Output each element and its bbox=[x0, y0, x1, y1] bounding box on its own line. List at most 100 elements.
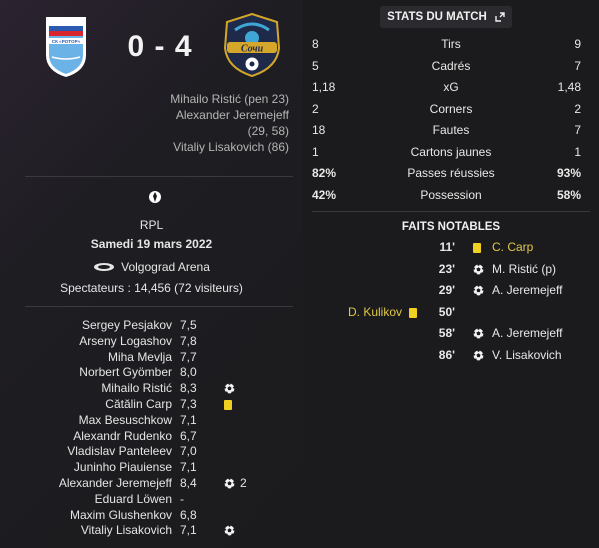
player-row[interactable]: Vitaliy Lisakovich 7,1 bbox=[0, 523, 303, 539]
goal-ball-icon bbox=[224, 525, 235, 536]
player-rating: 8,0 bbox=[180, 365, 197, 380]
player-row[interactable]: Mihailo Ristić 8,3 bbox=[0, 381, 303, 397]
player-name[interactable]: Arseny Logashov bbox=[79, 334, 172, 348]
player-rating: 6,7 bbox=[180, 428, 197, 443]
match-date: Samedi 19 mars 2022 bbox=[90, 237, 213, 251]
event-row[interactable]: 86' V. Lisakovich bbox=[303, 348, 599, 370]
event-player[interactable]: M. Ristić (p) bbox=[492, 262, 556, 276]
player-goal-count: 2 bbox=[240, 475, 247, 490]
goal-ball-icon bbox=[473, 263, 484, 275]
player-row[interactable]: Cătălin Carp 7,3 bbox=[0, 397, 303, 413]
player-name[interactable]: Vladislav Panteleev bbox=[67, 444, 172, 458]
event-row[interactable]: 23' M. Ristić (p) bbox=[303, 262, 599, 284]
goal-ball-icon bbox=[224, 383, 235, 394]
match-report: СК «РОТОР» 0 - 4 Сочи Mihailo Ristić (pe… bbox=[0, 0, 599, 548]
player-row[interactable]: Juninho Piauiense 7,1 bbox=[0, 460, 303, 476]
event-minute: 23' bbox=[438, 261, 455, 276]
player-name[interactable]: Alexander Jeremejeff bbox=[59, 476, 172, 490]
key-events-list: 11' C. Carp 23' M. Ristić (p) 29' A. Jeremeje… bbox=[303, 240, 599, 369]
stat-row: Corners 2 2 bbox=[303, 102, 599, 124]
player-row[interactable]: Max Besuschkow 7,1 bbox=[0, 413, 303, 429]
stat-home-value: 5 bbox=[312, 58, 319, 73]
event-row[interactable]: 29' A. Jeremejeff bbox=[303, 283, 599, 305]
stat-away-value: 1,48 bbox=[557, 80, 581, 94]
stat-away-value: 9 bbox=[574, 37, 581, 51]
stat-row: Cartons jaunes 1 1 bbox=[303, 145, 599, 167]
player-row[interactable]: Miha Mevlja 7,7 bbox=[0, 350, 303, 366]
player-row[interactable]: Arseny Logashov 7,8 bbox=[0, 334, 303, 350]
player-name[interactable]: Maxim Glushenkov bbox=[70, 508, 172, 522]
player-name[interactable]: Alexandr Rudenko bbox=[73, 429, 172, 443]
stat-home-value: 42% bbox=[312, 187, 337, 202]
player-rating: 7,8 bbox=[180, 333, 197, 348]
player-row[interactable]: Eduard Löwen - bbox=[0, 492, 303, 508]
event-player[interactable]: C. Carp bbox=[492, 240, 533, 254]
attendance: Spectateurs : 14,456 (72 visiteurs) bbox=[60, 281, 243, 295]
player-rating: 7,3 bbox=[180, 396, 197, 411]
event-row[interactable]: 58' A. Jeremejeff bbox=[303, 326, 599, 348]
player-row[interactable]: Maxim Glushenkov 6,8 bbox=[0, 508, 303, 524]
stat-home-value: 1 bbox=[312, 144, 319, 159]
event-player[interactable]: A. Jeremejeff bbox=[492, 326, 562, 340]
scorer-line: Vitaliy Lisakovich (86) bbox=[173, 140, 289, 154]
event-minute: 58' bbox=[438, 326, 455, 340]
stat-row: Passes réussies 82% 93% bbox=[303, 166, 599, 188]
player-row[interactable]: Sergey Pesjakov 7,5 bbox=[0, 318, 303, 334]
event-player[interactable]: A. Jeremejeff bbox=[492, 283, 562, 297]
yellow-card-icon bbox=[224, 399, 232, 410]
player-name[interactable]: Sergey Pesjakov bbox=[82, 318, 172, 332]
player-name[interactable]: Norbert Gyömber bbox=[79, 365, 172, 379]
player-row[interactable]: Alexandr Rudenko 6,7 bbox=[0, 429, 303, 445]
stat-away-value: 1 bbox=[574, 144, 581, 159]
event-icon bbox=[473, 242, 481, 256]
player-name[interactable]: Max Besuschkow bbox=[79, 413, 172, 427]
match-summary-panel: СК «РОТОР» 0 - 4 Сочи Mihailo Ristić (pe… bbox=[0, 0, 303, 548]
rotor-crest-text: СК «РОТОР» bbox=[52, 39, 81, 44]
divider bbox=[312, 211, 590, 212]
player-rating: 6,8 bbox=[180, 507, 197, 522]
player-row[interactable]: Vladislav Panteleev 7,0 bbox=[0, 444, 303, 460]
competition-logo-icon bbox=[149, 191, 161, 203]
expand-icon bbox=[495, 12, 505, 22]
stat-label: Cadrés bbox=[431, 58, 471, 73]
stat-label: Tirs bbox=[441, 37, 461, 51]
player-row[interactable]: Norbert Gyömber 8,0 bbox=[0, 365, 303, 381]
stats-title-label: STATS DU MATCH bbox=[387, 11, 487, 23]
rotor-crest-icon[interactable]: СК «РОТОР» bbox=[42, 13, 90, 79]
player-rating: 7,0 bbox=[180, 444, 197, 459]
stat-home-value: 18 bbox=[312, 123, 326, 137]
player-name[interactable]: Vitaliy Lisakovich bbox=[81, 523, 172, 537]
event-row[interactable]: 11' C. Carp bbox=[303, 240, 599, 262]
stadium[interactable]: Volgograd Arena bbox=[0, 260, 303, 275]
goal-ball-icon bbox=[224, 477, 235, 489]
stat-away-value: 93% bbox=[556, 166, 581, 180]
stat-label: Cartons jaunes bbox=[410, 144, 492, 159]
player-rating: 7,1 bbox=[180, 460, 197, 475]
stat-away-value: 7 bbox=[574, 123, 581, 137]
divider bbox=[25, 306, 293, 307]
player-name[interactable]: Eduard Löwen bbox=[95, 492, 172, 506]
player-row[interactable]: Alexander Jeremejeff 8,4 2 bbox=[0, 476, 303, 492]
stat-label: Passes réussies bbox=[407, 166, 495, 180]
stats-title-button[interactable]: STATS DU MATCH bbox=[380, 6, 512, 28]
event-icon bbox=[473, 285, 484, 299]
faits-notables-title: FAITS NOTABLES bbox=[401, 221, 501, 233]
competition-name[interactable]: RPL bbox=[0, 218, 303, 232]
player-rating: - bbox=[180, 491, 184, 506]
goal-ball-icon bbox=[473, 285, 484, 296]
player-name[interactable]: Juninho Piauiense bbox=[74, 460, 172, 474]
player-event-icon bbox=[224, 399, 232, 413]
player-name[interactable]: Mihailo Ristić bbox=[101, 381, 172, 395]
player-name[interactable]: Cătălin Carp bbox=[105, 397, 172, 411]
stat-home-value: 1,18 bbox=[312, 80, 336, 94]
player-name[interactable]: Miha Mevlja bbox=[108, 350, 172, 364]
sochi-crest-icon[interactable]: Сочи bbox=[221, 12, 283, 78]
event-row[interactable]: D. Kulikov 50' bbox=[303, 305, 599, 327]
stat-row: Possession 42% 58% bbox=[303, 188, 599, 210]
event-minute: 50' bbox=[438, 304, 455, 319]
stat-home-value: 82% bbox=[312, 166, 337, 180]
event-player[interactable]: V. Lisakovich bbox=[492, 348, 562, 362]
stat-away-value: 7 bbox=[574, 58, 581, 73]
stat-home-value: 2 bbox=[312, 101, 319, 116]
event-home-player[interactable]: D. Kulikov bbox=[348, 305, 402, 319]
